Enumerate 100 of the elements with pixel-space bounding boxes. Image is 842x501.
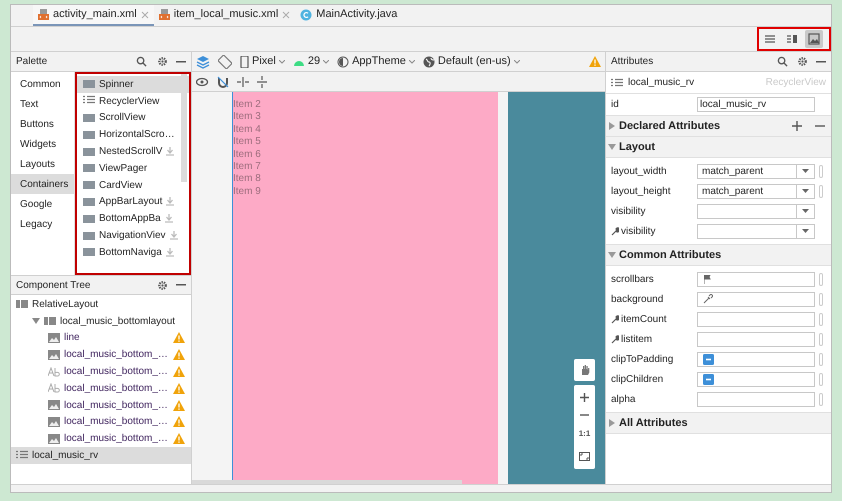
layout-icon xyxy=(44,315,56,328)
attribute-label: alpha xyxy=(611,392,636,406)
section-header[interactable]: Common Attributes xyxy=(606,245,831,266)
attribute-field[interactable] xyxy=(697,312,815,326)
editor-tab[interactable]: item_local_music.xml xyxy=(154,5,296,26)
tree-item[interactable]: local_music_bottom_… xyxy=(11,363,191,380)
zoom-in-icon[interactable] xyxy=(580,393,589,402)
widget-icon xyxy=(83,230,95,242)
magnet-icon[interactable] xyxy=(217,76,229,88)
settings-icon[interactable] xyxy=(157,280,168,290)
minimize-icon[interactable] xyxy=(176,284,186,286)
section-header[interactable]: Declared Attributes xyxy=(606,116,831,137)
palette-category[interactable]: Text xyxy=(11,94,74,114)
palette-item[interactable]: HorizontalScro… xyxy=(77,126,189,144)
palette-category[interactable]: Legacy xyxy=(11,214,74,234)
caret-icon xyxy=(514,60,520,64)
attribute-field[interactable] xyxy=(697,272,815,286)
palette-category[interactable]: Widgets xyxy=(11,134,74,154)
panel-title: Attributes xyxy=(611,55,654,69)
list-item-text: Item 6 xyxy=(233,148,261,161)
widget-icon xyxy=(83,128,95,141)
palette-item[interactable]: AppBarLayout xyxy=(77,194,189,210)
attribute-field[interactable] xyxy=(697,392,815,406)
widget-icon xyxy=(83,162,95,174)
search-icon[interactable] xyxy=(136,56,147,67)
tree-item[interactable]: local_music_bottomlayout xyxy=(11,312,191,330)
image-view-icon xyxy=(48,416,60,428)
palette-item[interactable]: NavigationViev xyxy=(77,227,189,244)
caret-icon xyxy=(802,169,809,173)
palette-item[interactable]: NestedScrollV xyxy=(77,143,189,160)
device-dropdown[interactable]: Pixel xyxy=(240,53,285,70)
palette-category[interactable]: Containers xyxy=(11,174,74,194)
section-header[interactable]: All Attributes xyxy=(606,413,831,434)
indeterminate-checkbox-icon xyxy=(703,354,714,364)
editor-tab[interactable]: MainActivity.java xyxy=(295,5,402,26)
pan-button[interactable] xyxy=(574,359,595,381)
expand-arrow-icon xyxy=(608,251,616,259)
tree-item[interactable]: local_music_bottom_… xyxy=(11,430,191,448)
editor-tab[interactable]: activity_main.xml xyxy=(33,5,154,26)
actual-size-button[interactable]: 1:1 xyxy=(578,428,590,440)
attribute-dropdown[interactable]: match_parent xyxy=(697,184,815,198)
eye-icon[interactable] xyxy=(196,76,209,86)
scrollbar[interactable] xyxy=(181,74,187,182)
globe-icon xyxy=(422,56,435,68)
palette-item[interactable]: ViewPager xyxy=(77,160,189,177)
attribute-checkbox-field[interactable] xyxy=(697,352,815,366)
tree-item[interactable]: local_music_bottom_… xyxy=(11,414,191,430)
close-icon xyxy=(140,10,149,18)
fit-screen-icon[interactable] xyxy=(579,452,590,461)
palette-category[interactable]: Buttons xyxy=(11,114,74,134)
id-field[interactable]: local_music_rv xyxy=(697,97,815,112)
caret-icon xyxy=(802,189,809,193)
caret-icon xyxy=(408,60,415,64)
palette-item[interactable]: BottomAppBa xyxy=(77,210,189,228)
phone-icon xyxy=(240,56,249,68)
tree-item[interactable]: RelativeLayout xyxy=(11,296,191,313)
attribute-checkbox-field[interactable] xyxy=(697,372,815,386)
settings-icon[interactable] xyxy=(797,56,808,67)
list-item-text: Item 3 xyxy=(233,111,261,124)
palette-item[interactable]: BottomNaviga xyxy=(77,244,189,261)
minimize-icon[interactable] xyxy=(176,60,186,62)
theme-dropdown[interactable]: AppTheme xyxy=(337,53,415,70)
tree-item[interactable]: local_music_bottom_… xyxy=(11,346,191,364)
tree-item[interactable]: local_music_bottom_… xyxy=(11,396,191,414)
section-header[interactable]: Layout xyxy=(606,137,831,158)
palette-item[interactable]: ScrollView xyxy=(77,110,189,126)
image-view-icon xyxy=(48,348,60,361)
palette-category[interactable]: Google xyxy=(11,194,74,214)
palette-category[interactable]: Common xyxy=(11,74,74,94)
list-item-text: Item 5 xyxy=(233,136,261,149)
widget-icon xyxy=(83,196,95,208)
horizontal-margin-icon[interactable] xyxy=(237,76,249,86)
attribute-label: id xyxy=(611,98,620,112)
attribute-dropdown[interactable]: match_parent xyxy=(697,164,815,178)
palette-category[interactable]: Layouts xyxy=(11,154,74,174)
image-view-icon xyxy=(48,332,60,344)
layout-icon xyxy=(16,298,28,310)
locale-dropdown[interactable]: Default (en-us) xyxy=(422,53,520,70)
view-mode-button[interactable] xyxy=(805,30,823,48)
lines-icon xyxy=(764,33,776,45)
settings-icon[interactable] xyxy=(157,56,168,67)
minimize-icon[interactable] xyxy=(816,60,826,62)
tree-item[interactable]: local_music_rv xyxy=(11,447,191,464)
tree-item[interactable]: local_music_bottom_… xyxy=(11,380,191,397)
rotate-icon xyxy=(218,54,232,68)
attribute-field[interactable] xyxy=(697,292,815,306)
palette-item[interactable]: CardView xyxy=(77,176,189,194)
search-icon[interactable] xyxy=(777,56,788,67)
palette-item[interactable]: RecyclerView xyxy=(77,92,189,110)
attribute-field[interactable] xyxy=(697,332,815,346)
class-file-icon xyxy=(300,8,312,20)
panel-title: Component Tree xyxy=(16,278,92,292)
attribute-label: visibility xyxy=(620,224,656,238)
vertical-margin-icon[interactable] xyxy=(257,76,267,88)
xml-file-icon xyxy=(38,9,49,20)
tree-item[interactable]: line xyxy=(11,330,191,346)
attribute-label: visibility xyxy=(611,204,646,218)
list-icon xyxy=(611,78,623,88)
palette-item[interactable]: Spinner xyxy=(77,76,189,93)
api-dropdown[interactable]: 29 xyxy=(292,53,330,70)
